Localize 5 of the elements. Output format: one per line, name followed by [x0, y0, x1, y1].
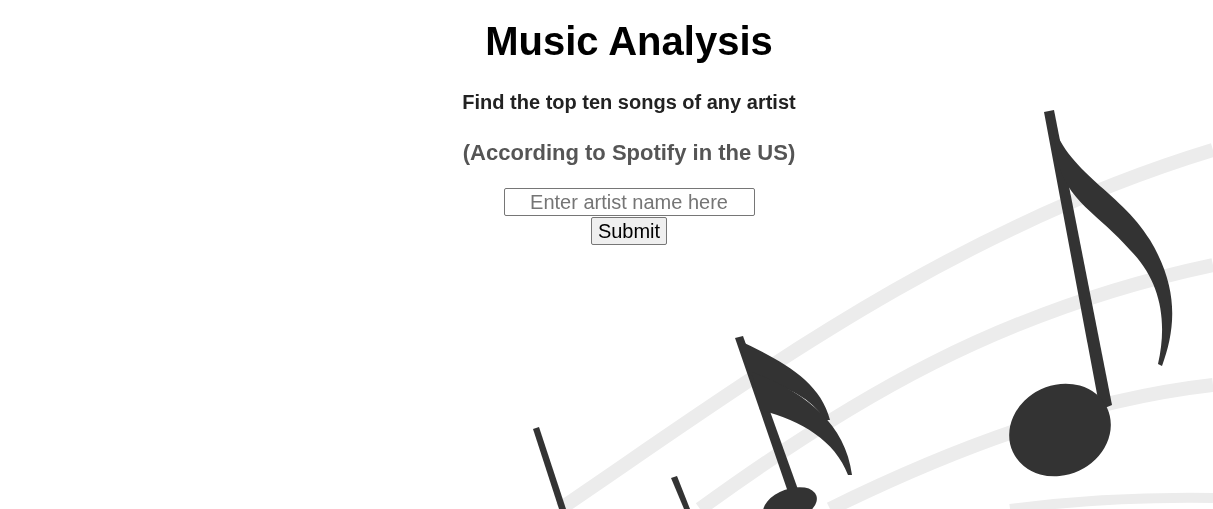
submit-button[interactable]: Submit: [590, 217, 668, 245]
page-title: Music Analysis: [485, 18, 773, 64]
subtitle: Find the top ten songs of any artist: [462, 90, 796, 114]
artist-search-field[interactable]: Enter artist name here: [503, 188, 755, 216]
source-note: (According to Spotify in the US): [462, 140, 796, 166]
